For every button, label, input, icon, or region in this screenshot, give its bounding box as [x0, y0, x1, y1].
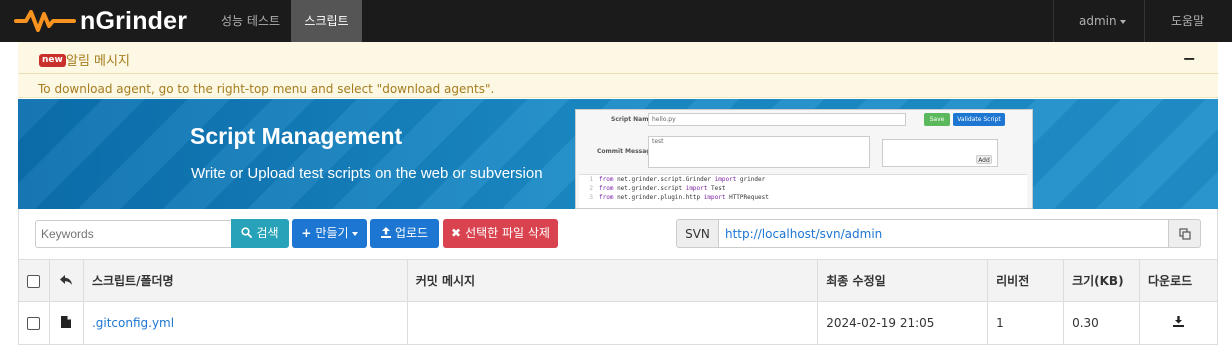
close-icon: ✖	[451, 226, 462, 240]
code-line: 2 from net.grinder.script import Test	[589, 185, 726, 192]
column-header-commit: 커밋 메시지	[406, 259, 819, 302]
preview-validate-button: Validate Script	[953, 113, 1005, 126]
reply-arrow-icon[interactable]	[60, 274, 73, 285]
nav-separator	[1053, 0, 1054, 42]
select-all-cell	[18, 259, 50, 302]
delete-selected-button[interactable]: ✖ 선택한 파일 삭제	[443, 219, 558, 248]
file-name-cell: .gitconfig.yml	[82, 301, 408, 345]
search-input[interactable]	[35, 220, 231, 248]
caret-down-icon	[1119, 19, 1126, 24]
script-table: 스크립트/폴더명 커밋 메시지 최종 수정일 리비전 크기(KB) 다운로드 .…	[18, 259, 1218, 345]
svn-url-link[interactable]: http://localhost/svn/admin	[719, 219, 1169, 248]
download-icon[interactable]	[1173, 316, 1184, 327]
search-icon	[241, 227, 253, 238]
column-header-download: 다운로드	[1139, 259, 1218, 302]
pulse-logo-icon	[14, 10, 76, 32]
caret-down-icon	[351, 231, 358, 236]
preview-script-name-label: Script Name	[611, 116, 653, 123]
banner-title: Script Management	[190, 123, 403, 149]
notice-header[interactable]: new 알림 메시지 −	[18, 42, 1218, 74]
file-icon	[61, 315, 72, 328]
file-type-cell	[48, 301, 84, 345]
select-all-checkbox[interactable]	[27, 274, 41, 288]
create-button[interactable]: + 만들기	[292, 219, 367, 248]
script-management-banner: Script Management Write or Upload test s…	[18, 99, 1218, 209]
preview-save-button: Save	[924, 113, 950, 126]
upload-button[interactable]: 업로드	[370, 219, 439, 248]
row-checkbox[interactable]	[27, 317, 41, 330]
app-logo[interactable]: nGrinder	[14, 6, 187, 36]
parent-folder-cell	[48, 259, 84, 302]
revision-cell: 1	[987, 301, 1065, 345]
script-toolbar: 검색 +만들기 업로드 ✖선택한 파일 삭제 SVN http://localh…	[18, 209, 1218, 259]
top-navbar: nGrinder 성능 테스트 스크립트 admin 도움말	[0, 0, 1232, 42]
size-cell: 0.30	[1063, 301, 1141, 345]
preview-script-name-field: hello.py	[648, 113, 906, 126]
upload-button-label: 업로드	[394, 226, 429, 240]
copy-url-button[interactable]	[1168, 219, 1201, 248]
commit-message-cell	[406, 301, 819, 345]
column-header-name[interactable]: 스크립트/폴더명	[82, 259, 408, 302]
download-cell	[1139, 301, 1218, 345]
table-row: .gitconfig.yml 2024-02-19 21:05 1 0.30	[18, 301, 1218, 345]
upload-icon	[380, 227, 391, 238]
row-select-cell	[18, 301, 50, 345]
preview-code-area: 1 from net.grinder.script.Grinder import …	[579, 174, 1027, 208]
column-header-modified[interactable]: 최종 수정일	[817, 259, 989, 302]
modified-date-cell: 2024-02-19 21:05	[817, 301, 989, 345]
script-editor-preview: Script Name hello.py Save Validate Scrip…	[575, 109, 1033, 209]
notice-message: To download agent, go to the right-top m…	[38, 82, 495, 96]
code-line: 1 from net.grinder.script.Grinder import …	[589, 176, 766, 183]
delete-button-label: 선택한 파일 삭제	[465, 226, 550, 240]
code-line: 3 from net.grinder.plugin.http import HTT…	[589, 194, 769, 201]
copy-icon	[1178, 227, 1191, 240]
file-name-link[interactable]: .gitconfig.yml	[92, 316, 174, 330]
nav-tab-performance-test[interactable]: 성능 테스트	[209, 0, 292, 42]
preview-add-button: Add	[976, 155, 992, 164]
banner-subtitle: Write or Upload test scripts on the web …	[191, 165, 543, 182]
preview-commit-field: test	[648, 136, 870, 168]
nav-separator	[1144, 0, 1145, 42]
create-button-label: 만들기	[315, 226, 349, 240]
svn-label: SVN	[676, 219, 719, 248]
table-header-row: 스크립트/폴더명 커밋 메시지 최종 수정일 리비전 크기(KB) 다운로드	[18, 259, 1218, 302]
preview-commit-label: Commit Message	[597, 148, 655, 155]
app-name: nGrinder	[80, 6, 188, 35]
column-header-size[interactable]: 크기(KB)	[1063, 259, 1141, 302]
notice-panel: new 알림 메시지 − To download agent, go to th…	[18, 42, 1218, 98]
search-button[interactable]: 검색	[231, 219, 289, 248]
collapse-toggle[interactable]: −	[1183, 49, 1196, 68]
new-badge: new	[39, 54, 66, 67]
notice-title: 알림 메시지	[66, 54, 130, 69]
column-header-revision: 리비전	[987, 259, 1065, 302]
help-link[interactable]: 도움말	[1159, 0, 1216, 42]
plus-icon: +	[301, 226, 312, 240]
nav-tab-script[interactable]: 스크립트	[291, 0, 362, 42]
user-menu[interactable]: admin	[1067, 0, 1138, 42]
user-name: admin	[1079, 14, 1117, 28]
search-button-label: 검색	[256, 226, 279, 240]
